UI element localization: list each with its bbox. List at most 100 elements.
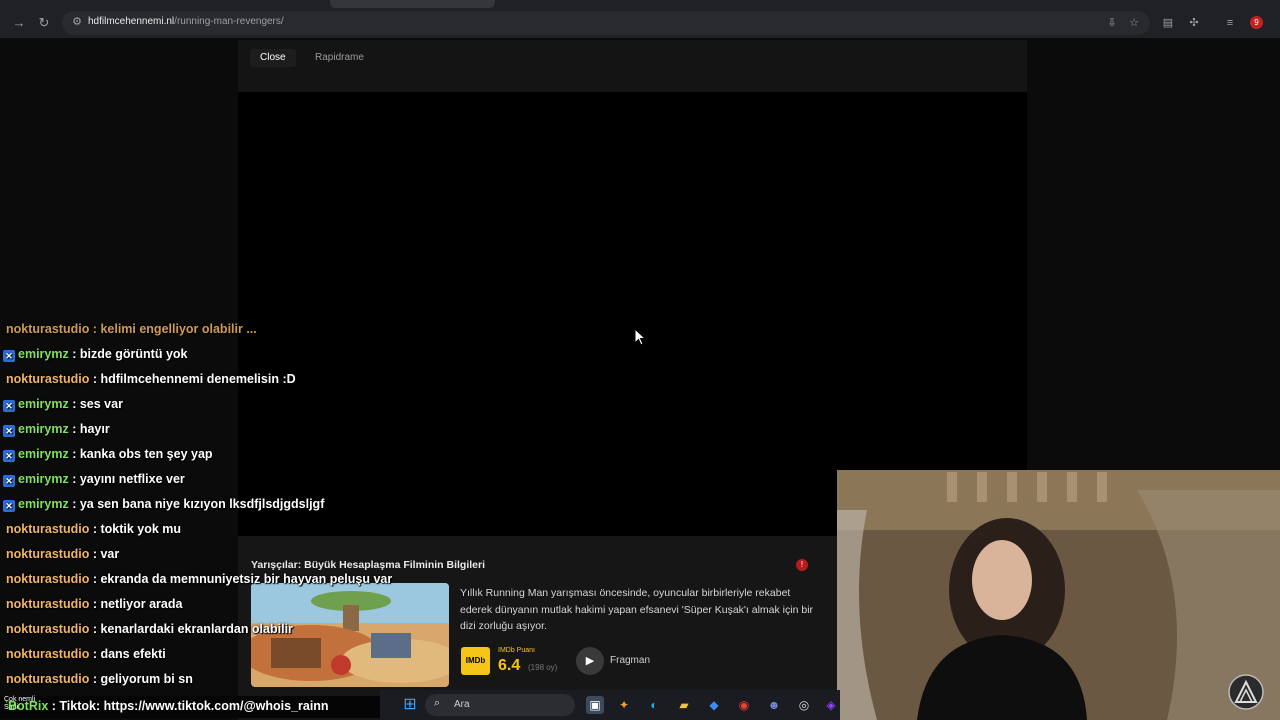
chat-username: emirymz bbox=[18, 397, 69, 411]
chat-separator: : bbox=[89, 672, 101, 686]
chat-text: ya sen bana niye kızıyon lksdfjlsdjgdslj… bbox=[79, 497, 325, 511]
chat-separator: : bbox=[68, 347, 80, 361]
store-icon[interactable]: ◆ bbox=[705, 696, 723, 714]
chat-separator: : bbox=[68, 472, 80, 486]
discord-icon[interactable]: ☻ bbox=[765, 696, 783, 714]
chat-text: yayını netflixe ver bbox=[79, 472, 185, 486]
extensions-icon[interactable]: ✣ bbox=[1186, 15, 1202, 31]
bookmark-star-icon[interactable]: ☆ bbox=[1126, 15, 1142, 31]
source-tab-rapidrame[interactable]: Rapidrame bbox=[315, 51, 364, 65]
chat-separator: : bbox=[89, 372, 101, 386]
sidepanel-icon[interactable]: ▤ bbox=[1160, 15, 1176, 31]
chat-message: ✕ emirymz : yayını netflixe ver bbox=[3, 469, 185, 489]
chat-text: var bbox=[100, 547, 120, 561]
chrome-icon[interactable]: ◉ bbox=[735, 696, 753, 714]
copilot-icon[interactable]: ✦ bbox=[615, 696, 633, 714]
chat-message: nokturastudio : netliyor arada bbox=[6, 594, 182, 614]
chat-separator: : bbox=[89, 647, 101, 661]
chat-separator: : bbox=[89, 522, 101, 536]
chat-username: nokturastudio bbox=[6, 372, 90, 386]
chat-text: ses var bbox=[79, 397, 123, 411]
chat-text: geliyorum bi sn bbox=[100, 672, 193, 686]
reload-icon[interactable]: ↻ bbox=[33, 12, 55, 34]
stream-chat-overlay: nokturastudio : kelimi engelliyor olabil… bbox=[0, 323, 560, 694]
chat-message: ✕ emirymz : ses var bbox=[3, 394, 123, 414]
search-placeholder: Ara bbox=[454, 699, 470, 710]
subscriber-badge-icon: ✕ bbox=[3, 400, 15, 412]
address-bar[interactable]: ⚙ hdfilmcehennemi.nl/running-man-revenge… bbox=[62, 11, 1150, 35]
chat-username: nokturastudio bbox=[6, 597, 90, 611]
chat-message: ✕ emirymz : hayır bbox=[3, 419, 110, 439]
chat-message: nokturastudio : ekranda da memnuniyetsiz… bbox=[6, 569, 392, 589]
chat-message: nokturastudio : geliyorum bi sn bbox=[6, 669, 193, 689]
chat-username: emirymz bbox=[18, 497, 69, 511]
chat-text: bizde görüntü yok bbox=[79, 347, 188, 361]
close-button[interactable]: Close bbox=[250, 49, 296, 67]
chat-username: emirymz bbox=[18, 347, 69, 361]
trailer-button[interactable]: ▶ Fragman bbox=[576, 647, 656, 675]
chat-username: nokturastudio bbox=[6, 622, 90, 636]
tab-strip bbox=[0, 0, 1280, 8]
chat-text: dans efekti bbox=[100, 647, 166, 661]
bot-ticker: Çok nemli Sadi BotRix : Tiktok: https://w… bbox=[0, 696, 380, 718]
file-explorer-icon[interactable]: ▰ bbox=[675, 696, 693, 714]
install-app-icon[interactable]: ⇩ bbox=[1104, 15, 1120, 31]
subscriber-badge-icon: ✕ bbox=[3, 450, 15, 462]
obs-icon[interactable]: ◎ bbox=[795, 696, 813, 714]
subscriber-badge-icon: ✕ bbox=[3, 350, 15, 362]
url-text[interactable]: hdfilmcehennemi.nl/running-man-revengers… bbox=[88, 16, 284, 27]
chat-message: nokturastudio : var bbox=[6, 544, 119, 564]
subscriber-badge-icon: ✕ bbox=[3, 500, 15, 512]
chat-separator: : bbox=[89, 572, 101, 586]
windows-start-icon[interactable]: ⊞ bbox=[401, 696, 419, 714]
chat-line-cut: nokturastudio : kelimi engelliyor olabil… bbox=[6, 323, 257, 336]
chat-username: nokturastudio bbox=[6, 547, 90, 561]
chat-separator: : bbox=[89, 547, 101, 561]
chat-text: hdfilmcehennemi denemelisin :D bbox=[100, 372, 296, 386]
chat-message: nokturastudio : kenarlardaki ekranlardan… bbox=[6, 619, 293, 639]
taskbar-search[interactable]: ⌕ Ara bbox=[425, 694, 575, 716]
search-icon: ⌕ bbox=[434, 697, 441, 709]
edge-icon[interactable]: ◐ bbox=[645, 696, 663, 714]
chat-username: nokturastudio bbox=[6, 647, 90, 661]
ticker-text: BotRix : Tiktok: https://www.tiktok.com/… bbox=[8, 699, 329, 713]
player-header: Close Rapidrame bbox=[238, 40, 1027, 92]
mouse-cursor-icon bbox=[634, 328, 647, 346]
chat-username: nokturastudio bbox=[6, 572, 90, 586]
chat-text: kanka obs ten şey yap bbox=[79, 447, 213, 461]
subscriber-badge-icon: ✕ bbox=[3, 475, 15, 487]
chat-username: nokturastudio bbox=[6, 522, 90, 536]
twitch-icon[interactable]: ◈ bbox=[822, 696, 840, 714]
task-view-icon[interactable]: ▣ bbox=[586, 696, 604, 714]
chat-message: ✕ emirymz : bizde görüntü yok bbox=[3, 344, 187, 364]
site-info-icon[interactable]: ⚙ bbox=[70, 15, 84, 29]
chat-separator: : bbox=[89, 622, 101, 636]
chat-text: netliyor arada bbox=[100, 597, 183, 611]
os-taskbar: ⊞ ⌕ Ara ▣ ✦ ◐ ▰ ◆ ◉ ☻ ◎ ◈ bbox=[380, 690, 840, 720]
chat-text: ekranda da memnuniyetsiz bir hayvan pelu… bbox=[100, 572, 393, 586]
chat-text: hayır bbox=[79, 422, 110, 436]
channel-logo-icon bbox=[1228, 674, 1264, 710]
profile-avatar[interactable]: 9 bbox=[1250, 16, 1263, 29]
chat-message: nokturastudio : dans efekti bbox=[6, 644, 166, 664]
chat-separator: : bbox=[89, 597, 101, 611]
chat-username: nokturastudio bbox=[6, 672, 90, 686]
trailer-label: Fragman bbox=[610, 655, 651, 666]
chat-text: kenarlardaki ekranlardan olabilir bbox=[100, 622, 293, 636]
chat-separator: : bbox=[68, 447, 80, 461]
browser-tab-active[interactable] bbox=[330, 0, 495, 8]
chat-separator: : bbox=[68, 497, 80, 511]
chat-message: ✕ emirymz : ya sen bana niye kızıyon lksd… bbox=[3, 494, 324, 514]
report-icon[interactable]: ! bbox=[796, 559, 808, 571]
chat-message: ✕ emirymz : kanka obs ten şey yap bbox=[3, 444, 213, 464]
chat-username: emirymz bbox=[18, 422, 69, 436]
chat-username: emirymz bbox=[18, 472, 69, 486]
media-controls-icon[interactable]: ≡ bbox=[1222, 15, 1238, 31]
chat-text: toktik yok mu bbox=[100, 522, 182, 536]
forward-icon[interactable]: → bbox=[8, 12, 30, 34]
browser-toolbar: → ↻ ⚙ hdfilmcehennemi.nl/running-man-rev… bbox=[0, 8, 1280, 38]
chat-message: nokturastudio : hdfilmcehennemi denemeli… bbox=[6, 369, 296, 389]
chat-username: emirymz bbox=[18, 447, 69, 461]
chat-separator: : bbox=[68, 422, 80, 436]
subscriber-badge-icon: ✕ bbox=[3, 425, 15, 437]
